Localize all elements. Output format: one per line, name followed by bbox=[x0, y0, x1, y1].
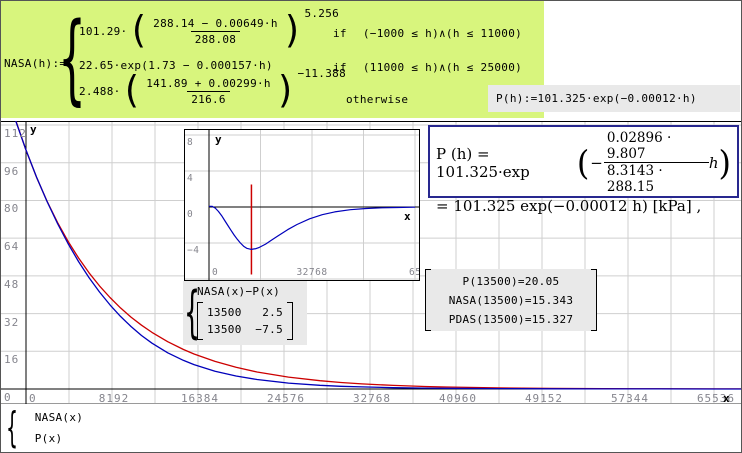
nasa-definition-region[interactable]: NASA(h):= { 101.29· ( 288.14 − 0.00649·h… bbox=[1, 1, 544, 118]
y-tick-label: 64 bbox=[4, 240, 19, 253]
result-line: P(13500)=20.05 bbox=[463, 272, 560, 291]
derivation-line2: = 101.325 exp(−0.00012 h) [kPa] , bbox=[436, 197, 731, 215]
diff-matrix: 135002.513500−7.5 bbox=[197, 302, 293, 340]
result-line: NASA(13500)=15.343 bbox=[449, 291, 574, 310]
condition1-expr: (−1000 ≤ h)∧(h ≤ 11000) bbox=[363, 27, 522, 40]
condition-3: otherwise bbox=[346, 93, 408, 106]
close-paren: ) bbox=[282, 12, 304, 50]
inset-plot[interactable]: 8 4 0 −4 0 32768 65536 y x bbox=[184, 129, 420, 281]
fraction-denominator: 8.3143 · 288.15 bbox=[604, 162, 709, 195]
condition-1: if (−1000 ≤ h)∧(h ≤ 11000) bbox=[333, 27, 522, 40]
fraction-denominator: 216.6 bbox=[187, 91, 230, 107]
minus-sign: − bbox=[590, 154, 603, 172]
close-paren: ) bbox=[719, 146, 731, 180]
x-tick-label: 32768 bbox=[296, 267, 327, 278]
branch1-prefix: 101.29· bbox=[79, 25, 127, 38]
matrix-cell: −7.5 bbox=[249, 321, 283, 338]
x-tick-label: 49152 bbox=[525, 392, 563, 405]
y-tick-label: 48 bbox=[4, 278, 19, 291]
fraction-denominator: 288.08 bbox=[191, 31, 241, 47]
fraction-numerator: 288.14 − 0.00649·h bbox=[149, 16, 282, 31]
derivation-box[interactable]: P (h) = 101.325·exp ( − 0.02896 · 9.807 … bbox=[428, 125, 739, 198]
branch1-exponent: 5.256 bbox=[304, 7, 339, 20]
branch1-fraction: 288.14 − 0.00649·h 288.08 bbox=[149, 16, 282, 47]
results-box[interactable]: P(13500)=20.05NASA(13500)=15.343PDAS(135… bbox=[425, 269, 597, 331]
x-tick-label: 57344 bbox=[611, 392, 649, 405]
y-axis-label: y bbox=[30, 123, 37, 136]
y-tick-label: 8 bbox=[187, 137, 193, 148]
p-definition-box[interactable]: P(h):=101.325·exp(−0.00012·h) bbox=[488, 85, 740, 112]
diff-title: NASA(x)−P(x) bbox=[197, 285, 280, 298]
trace-legend: { NASA(x)P(x) bbox=[6, 405, 83, 451]
condition-2: if (11000 ≤ h)∧(h ≤ 25000) bbox=[333, 61, 522, 74]
legend-brace-icon: { bbox=[6, 405, 18, 451]
x-tick-label: 65536 bbox=[409, 267, 420, 278]
nasa-branch-2: 22.65·exp(1.73 − 0.000157·h) bbox=[79, 59, 273, 72]
x-tick-label: 0 bbox=[29, 392, 37, 405]
p-definition: P(h):=101.325·exp(−0.00012·h) bbox=[496, 92, 697, 105]
matrix-row: 13500−7.5 bbox=[207, 321, 283, 338]
matrix-row: 135002.5 bbox=[207, 304, 283, 321]
nasa-branch-1: 101.29· ( 288.14 − 0.00649·h 288.08 ) 5.… bbox=[79, 13, 339, 49]
branch2-expression: 22.65·exp(1.73 − 0.000157·h) bbox=[79, 59, 273, 72]
legend-items: NASA(x)P(x) bbox=[35, 407, 83, 449]
branch3-fraction: 141.89 + 0.00299·h 216.6 bbox=[142, 76, 275, 107]
if-keyword: if bbox=[333, 61, 347, 74]
x-tick-label: 24576 bbox=[267, 392, 305, 405]
mathcad-worksheet: NASA(h):= { 101.29· ( 288.14 − 0.00649·h… bbox=[0, 0, 742, 453]
results-bracket-right bbox=[591, 269, 597, 331]
y-tick-label: 16 bbox=[4, 353, 19, 366]
diff-matrix-box[interactable]: { NASA(x)−P(x) 135002.513500−7.5 bbox=[183, 281, 307, 345]
otherwise-keyword: otherwise bbox=[346, 93, 408, 106]
if-keyword: if bbox=[333, 27, 347, 40]
condition2-expr: (11000 ≤ h)∧(h ≤ 25000) bbox=[363, 61, 522, 74]
fraction-numerator: 0.02896 · 9.807 bbox=[604, 130, 709, 162]
matrix-cell: 2.5 bbox=[249, 304, 283, 321]
nasa-branch-3: 2.488· ( 141.89 + 0.00299·h 216.6 ) −11.… bbox=[79, 73, 346, 109]
legend-item: P(x) bbox=[35, 428, 83, 449]
y-axis-label: y bbox=[215, 133, 222, 146]
result-line: PDAS(13500)=15.327 bbox=[449, 310, 574, 329]
legend-item: NASA(x) bbox=[35, 407, 83, 428]
branch3-prefix: 2.488· bbox=[79, 85, 121, 98]
matrix-bracket-right bbox=[287, 302, 293, 340]
y-tick-label: 32 bbox=[4, 316, 19, 329]
x-axis-label: x bbox=[404, 210, 411, 223]
results-lines: P(13500)=20.05NASA(13500)=15.343PDAS(135… bbox=[431, 269, 591, 331]
nasa-lhs: NASA(h):= bbox=[4, 57, 66, 70]
x-tick-label: 40960 bbox=[439, 392, 477, 405]
x-axis-label: x bbox=[723, 392, 730, 405]
open-paren: ( bbox=[577, 146, 589, 180]
y-tick-label: −4 bbox=[187, 245, 199, 256]
x-tick-label: 32768 bbox=[353, 392, 391, 405]
x-tick-label: 0 bbox=[212, 267, 218, 278]
matrix-rows: 135002.513500−7.5 bbox=[203, 302, 287, 340]
open-paren: ( bbox=[121, 72, 143, 110]
y-tick-label: 80 bbox=[4, 202, 19, 215]
matrix-cell: 13500 bbox=[207, 304, 249, 321]
variable-h: h bbox=[709, 154, 719, 172]
x-tick-label: 16384 bbox=[181, 392, 219, 405]
derivation-fraction: 0.02896 · 9.807 8.3143 · 288.15 bbox=[604, 130, 709, 195]
y-tick-label: 4 bbox=[187, 173, 193, 184]
y-tick-label: 0 bbox=[187, 209, 193, 220]
derivation-lead: P (h) = 101.325·exp bbox=[436, 145, 577, 181]
y-tick-label: 112 bbox=[4, 127, 27, 140]
open-paren: ( bbox=[127, 12, 149, 50]
derivation-line1: P (h) = 101.325·exp ( − 0.02896 · 9.807 … bbox=[436, 130, 731, 195]
close-paren: ) bbox=[275, 72, 297, 110]
matrix-cell: 13500 bbox=[207, 321, 249, 338]
fraction-numerator: 141.89 + 0.00299·h bbox=[142, 76, 275, 91]
x-tick-label: 8192 bbox=[99, 392, 130, 405]
y-tick-label: 96 bbox=[4, 165, 19, 178]
